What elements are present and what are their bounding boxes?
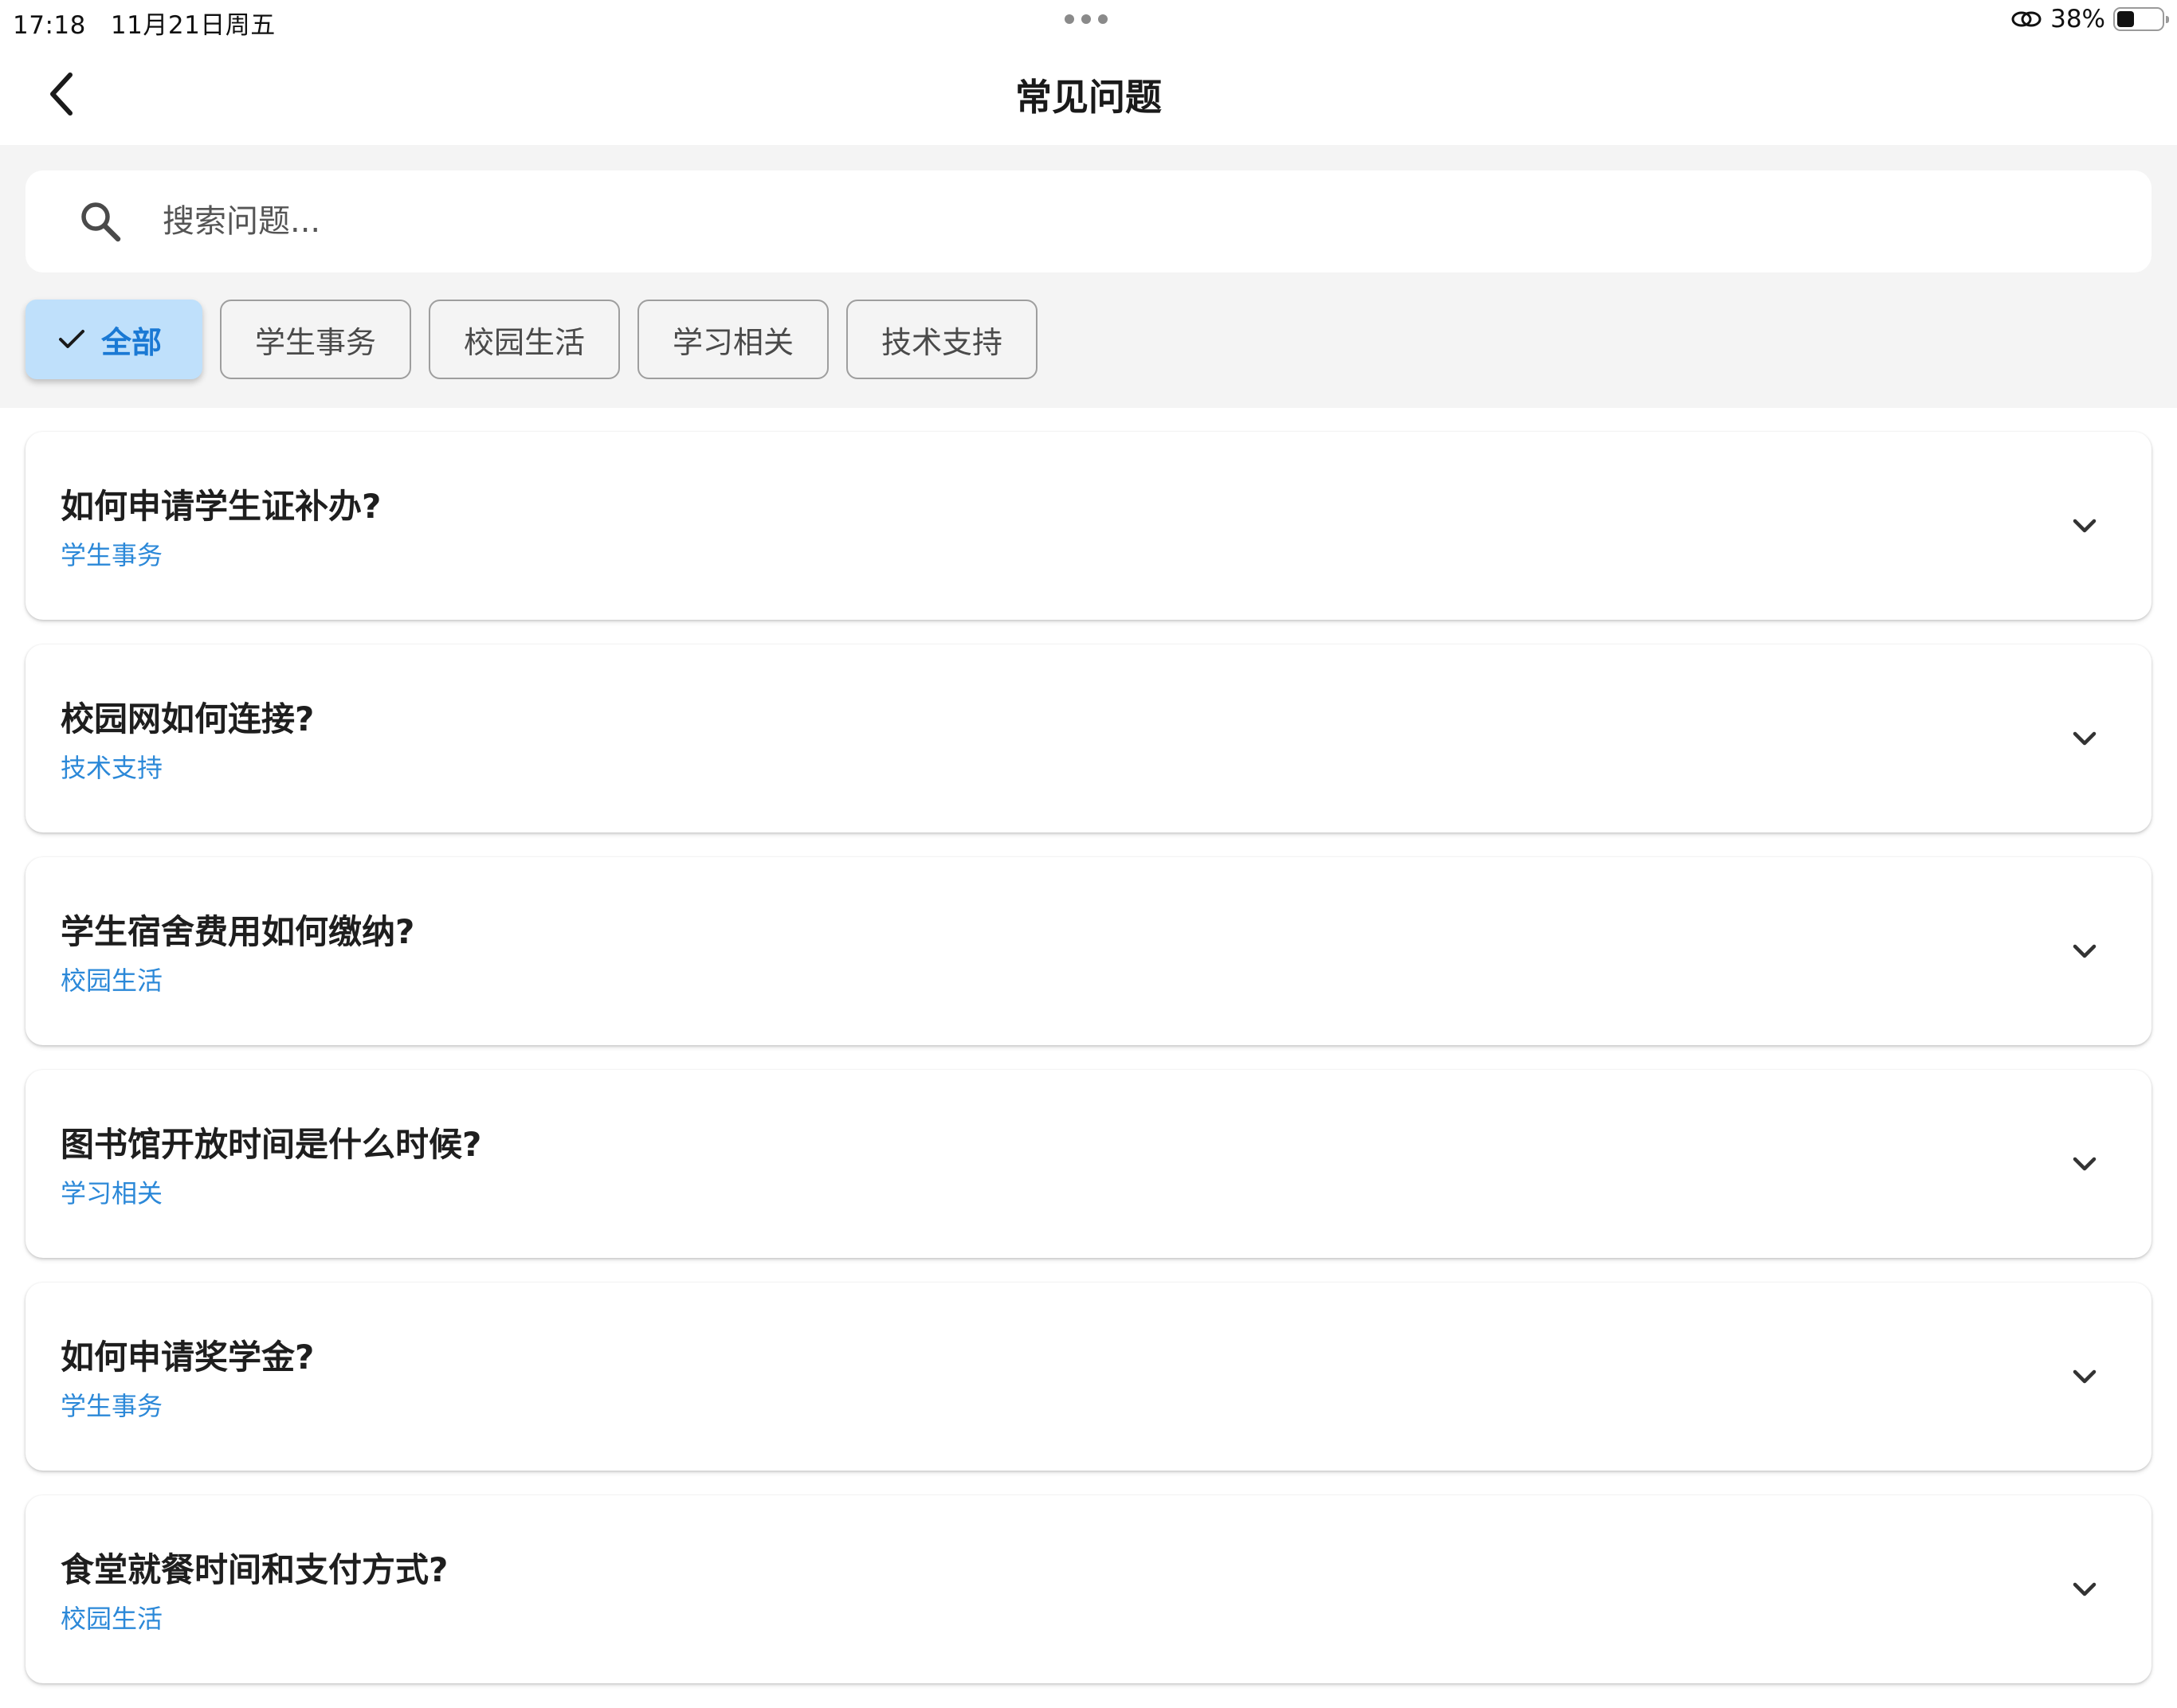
filter-chip-all[interactable]: 全部 — [25, 300, 202, 379]
faq-list: 如何申请学生证补办? 学生事务 校园网如何连接? 技术支持 学生宿舍费用如何缴纳… — [25, 432, 2152, 1708]
chevron-down-icon[interactable] — [2065, 1145, 2104, 1183]
chevron-down-icon[interactable] — [2065, 719, 2104, 758]
faq-question: 如何申请学生证补办? — [61, 487, 382, 526]
faq-category: 学生事务 — [61, 1391, 163, 1421]
multitasking-dots[interactable] — [1065, 14, 1108, 24]
nav-bar: 常见问题 — [0, 41, 2177, 145]
faq-category: 技术支持 — [61, 753, 163, 783]
faq-category: 学生事务 — [61, 540, 163, 570]
faq-item[interactable]: 食堂就餐时间和支付方式? 校园生活 — [25, 1495, 2152, 1683]
filter-chip-label: 技术支持 — [881, 324, 1002, 360]
status-indicators: 38% — [2010, 5, 2169, 33]
battery-icon — [2113, 7, 2169, 31]
status-date: 11月21日周五 — [110, 11, 276, 40]
faq-item[interactable]: 图书馆开放时间是什么时候? 学习相关 — [25, 1070, 2152, 1258]
faq-category: 学习相关 — [61, 1178, 163, 1209]
status-clock: 17:18 — [13, 11, 86, 40]
battery-percent: 38% — [2050, 5, 2105, 33]
filter-chip-label: 学生事务 — [254, 324, 376, 360]
search-input[interactable] — [163, 203, 2075, 240]
faq-category: 校园生活 — [61, 1604, 163, 1634]
faq-question: 学生宿舍费用如何缴纳? — [61, 912, 415, 951]
filter-chip-label: 全部 — [100, 324, 162, 360]
faq-question: 食堂就餐时间和支付方式? — [61, 1550, 449, 1589]
search-icon — [81, 202, 121, 242]
filter-chip-study[interactable]: 学习相关 — [637, 300, 829, 379]
chevron-down-icon[interactable] — [2065, 1570, 2104, 1608]
chevron-down-icon[interactable] — [2065, 1357, 2104, 1396]
dot — [1098, 14, 1108, 24]
faq-category: 校园生活 — [61, 966, 163, 996]
faq-item[interactable]: 如何申请学生证补办? 学生事务 — [25, 432, 2152, 620]
check-icon — [58, 330, 84, 348]
chevron-down-icon[interactable] — [2065, 507, 2104, 545]
faq-question: 如何申请奖学金? — [61, 1338, 315, 1377]
faq-item[interactable]: 学生宿舍费用如何缴纳? 校园生活 — [25, 857, 2152, 1045]
filter-chip-tech-support[interactable]: 技术支持 — [846, 300, 1038, 379]
status-bar: 17:18 11月21日周五 38% — [0, 0, 2177, 41]
page-title: 常见问题 — [1015, 76, 1162, 119]
filter-area: 全部 学生事务 校园生活 学习相关 技术支持 — [0, 145, 2177, 408]
filter-chip-label: 校园生活 — [463, 324, 585, 360]
dot — [1065, 14, 1074, 24]
search-box[interactable] — [25, 170, 2152, 272]
battery-level — [2117, 11, 2134, 27]
chevron-down-icon[interactable] — [2065, 932, 2104, 970]
faq-question: 校园网如何连接? — [61, 699, 315, 738]
filter-chip-campus-life[interactable]: 校园生活 — [429, 300, 620, 379]
faq-item[interactable]: 如何申请奖学金? 学生事务 — [25, 1283, 2152, 1471]
status-time: 17:18 11月21日周五 — [13, 5, 276, 41]
dot — [1081, 14, 1091, 24]
link-icon — [2011, 11, 2042, 27]
filter-chip-label: 学习相关 — [672, 324, 794, 360]
filter-chip-student-affairs[interactable]: 学生事务 — [220, 300, 411, 379]
faq-item[interactable]: 校园网如何连接? 技术支持 — [25, 644, 2152, 832]
faq-question: 图书馆开放时间是什么时候? — [61, 1125, 482, 1164]
category-filters: 全部 学生事务 校园生活 学习相关 技术支持 — [25, 300, 1038, 379]
